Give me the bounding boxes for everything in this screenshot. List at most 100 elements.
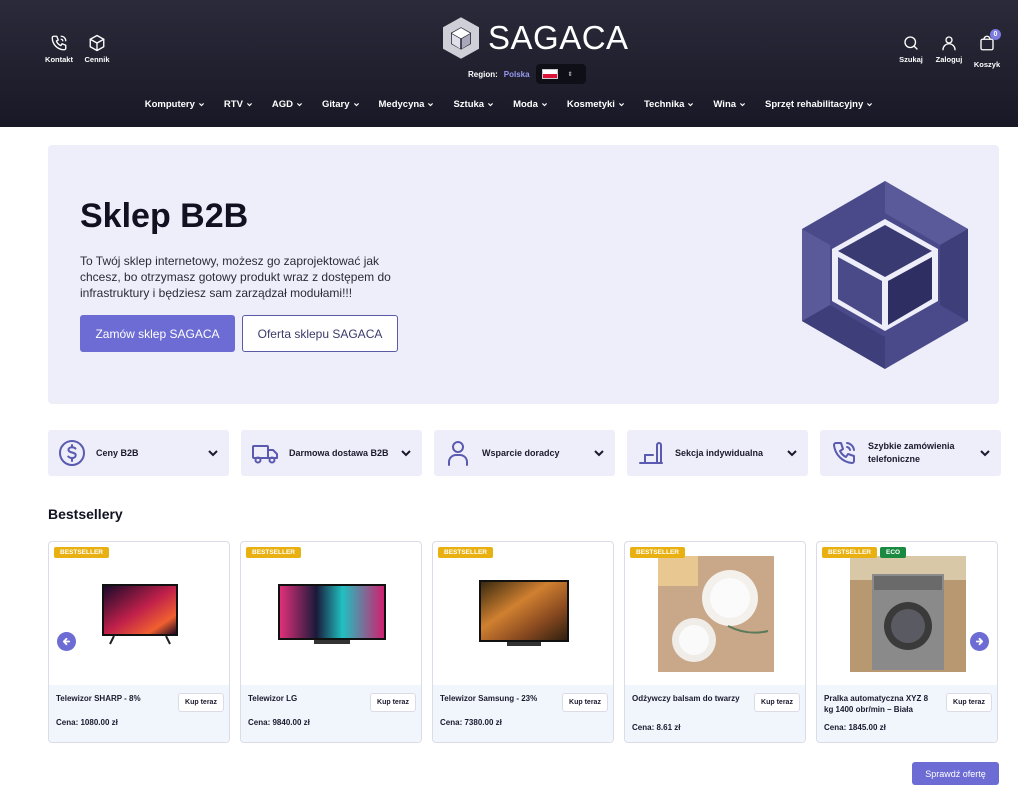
- nav-item-rtv[interactable]: RTV: [214, 99, 262, 110]
- buy-now-button[interactable]: Kup teraz: [178, 693, 224, 712]
- truck-icon: [252, 445, 278, 464]
- contact-link[interactable]: Kontakt: [45, 34, 73, 64]
- nav-item-gitary[interactable]: Gitary: [313, 99, 369, 110]
- product-image[interactable]: [433, 542, 613, 685]
- chevron-down-icon: [198, 103, 204, 107]
- product-name[interactable]: Telewizor LG: [248, 693, 358, 704]
- nav-label: Wina: [713, 99, 737, 110]
- buy-now-button[interactable]: Kup teraz: [946, 693, 992, 712]
- product-image[interactable]: [625, 542, 805, 685]
- chevron-down-icon: [353, 103, 359, 107]
- region-value: Polska: [503, 69, 530, 79]
- product-name[interactable]: Odżywczy balsam do twarzy: [632, 693, 742, 704]
- main-navigation: Komputery RTV AGD Gitary Medycyna Sztuka…: [0, 99, 1018, 110]
- nav-label: Sprzęt rehabilitacyjny: [765, 99, 864, 110]
- chevron-down-icon: [618, 103, 624, 107]
- chevron-down-icon: [787, 450, 797, 457]
- carousel-next-button[interactable]: [970, 632, 989, 651]
- hero-banner: Sklep B2B To Twój sklep internetowy, moż…: [48, 145, 999, 404]
- updown-arrow-icon: ⇕: [567, 71, 573, 78]
- nav-item-sprzet-rehabilitacyjny[interactable]: Sprzęt rehabilitacyjny: [756, 99, 883, 110]
- product-price: Cena: 7380.00 zł: [440, 718, 502, 727]
- pricelist-label: Cennik: [84, 55, 110, 64]
- pricelist-link[interactable]: Cennik: [84, 34, 110, 64]
- feature-advisor-support[interactable]: Wsparcie doradcy: [434, 430, 615, 476]
- region-selector: Region: Polska ⇕: [468, 64, 586, 84]
- product-price: Cena: 1080.00 zł: [56, 718, 118, 727]
- nav-item-sztuka[interactable]: Sztuka: [444, 99, 504, 110]
- nav-item-wina[interactable]: Wina: [704, 99, 756, 110]
- nav-item-komputery[interactable]: Komputery: [135, 99, 214, 110]
- dollar-circle-icon: [59, 440, 85, 466]
- order-shop-button[interactable]: Zamów sklep SAGACA: [80, 315, 235, 352]
- nav-label: Sztuka: [453, 99, 485, 110]
- feature-free-delivery[interactable]: Darmowa dostawa B2B: [241, 430, 422, 476]
- product-info: Telewizor SHARP - 8% Cena: 1080.00 zł Ku…: [49, 685, 229, 742]
- bestseller-badge: BESTSELLER: [438, 547, 493, 558]
- price-prefix: Cena:: [824, 723, 847, 732]
- nav-item-technika[interactable]: Technika: [634, 99, 703, 110]
- shop-offer-button[interactable]: Oferta sklepu SAGACA: [242, 315, 398, 352]
- nav-item-moda[interactable]: Moda: [504, 99, 558, 110]
- region-dropdown[interactable]: ⇕: [535, 64, 586, 84]
- bestseller-badge: BESTSELLER: [630, 547, 685, 558]
- check-offer-button[interactable]: Sprawdź ofertę: [912, 762, 999, 785]
- nav-label: Moda: [513, 99, 538, 110]
- cart-button[interactable]: 0 Koszyk: [974, 29, 1001, 69]
- search-icon: [904, 36, 918, 50]
- chevron-down-icon: [428, 103, 434, 107]
- badge-group: BESTSELLER: [630, 547, 685, 558]
- bestseller-badge: BESTSELLER: [822, 547, 877, 558]
- nav-item-agd[interactable]: AGD: [262, 99, 312, 110]
- badge-group: BESTSELLER ECO: [822, 547, 907, 558]
- login-label: Zaloguj: [935, 55, 963, 64]
- price-value: 1080.00 zł: [80, 718, 118, 727]
- search-button[interactable]: Szukaj: [898, 34, 924, 69]
- buy-now-button[interactable]: Kup teraz: [370, 693, 416, 712]
- chevron-down-icon: [208, 450, 218, 457]
- cart-count-badge: 0: [990, 29, 1001, 40]
- sagaca-logo-icon: [443, 17, 479, 59]
- chevron-down-icon: [246, 103, 252, 107]
- feature-phone-orders[interactable]: Szybkie zamówienia telefoniczne: [820, 430, 1001, 476]
- feature-bar: Ceny B2B Darmowa dostawa B2B Wsparcie do…: [48, 430, 1001, 476]
- chevron-down-icon: [980, 450, 990, 457]
- cart-icon-wrap: 0: [978, 29, 1001, 57]
- price-prefix: Cena:: [56, 718, 79, 727]
- price-value: 9840.00 zł: [272, 718, 310, 727]
- product-image[interactable]: [817, 542, 997, 685]
- buy-now-button[interactable]: Kup teraz: [562, 693, 608, 712]
- sagaca-large-logo-icon: [802, 181, 968, 369]
- feature-b2b-prices[interactable]: Ceny B2B: [48, 430, 229, 476]
- product-card[interactable]: BESTSELLER Telewizor LG Cena: 9840.00 zł…: [240, 541, 422, 743]
- site-header: Kontakt Cennik SAGACA Region: Polska ⇕ S…: [0, 0, 1018, 127]
- nav-label: RTV: [223, 99, 243, 110]
- hero-title: Sklep B2B: [80, 197, 249, 235]
- nav-item-medycyna[interactable]: Medycyna: [369, 99, 444, 110]
- product-name[interactable]: Pralka automatyczna XYZ 8 kg 1400 obr/mi…: [824, 693, 934, 715]
- price-value: 1845.00 zł: [848, 723, 886, 732]
- product-image[interactable]: [241, 542, 421, 685]
- buy-now-button[interactable]: Kup teraz: [754, 693, 800, 712]
- washing-machine-image: [850, 555, 966, 672]
- login-button[interactable]: Zaloguj: [936, 34, 962, 69]
- product-info: Telewizor LG Cena: 9840.00 zł Kup teraz: [241, 685, 421, 742]
- product-name[interactable]: Telewizor SHARP - 8%: [56, 693, 166, 704]
- nav-item-kosmetyki[interactable]: Kosmetyki: [557, 99, 634, 110]
- product-card[interactable]: BESTSELLER Telewizor Samsung - 23% Cena:…: [432, 541, 614, 743]
- poland-flag-icon: [541, 69, 558, 79]
- product-price: Cena: 9840.00 zł: [248, 718, 310, 727]
- product-card[interactable]: BESTSELLER Odżywczy balsam do twarzy Cen…: [624, 541, 806, 743]
- brand-name: SAGACA: [488, 19, 629, 56]
- custom-section-icon: [639, 442, 663, 464]
- products-carousel: BESTSELLER Telewizor SHARP - 8% Cena: 10…: [48, 541, 998, 743]
- site-logo[interactable]: SAGACA: [440, 16, 629, 60]
- header-right-actions: Szukaj Zaloguj 0 Koszyk: [898, 29, 1001, 69]
- carousel-prev-button[interactable]: [57, 632, 76, 651]
- product-name[interactable]: Telewizor Samsung - 23%: [440, 693, 550, 704]
- feature-custom-section[interactable]: Sekcja indywidualna: [627, 430, 808, 476]
- chevron-down-icon: [297, 103, 303, 107]
- tv-sharp-image: [102, 583, 178, 644]
- product-image[interactable]: [49, 542, 229, 685]
- tv-samsung-image: [479, 579, 569, 646]
